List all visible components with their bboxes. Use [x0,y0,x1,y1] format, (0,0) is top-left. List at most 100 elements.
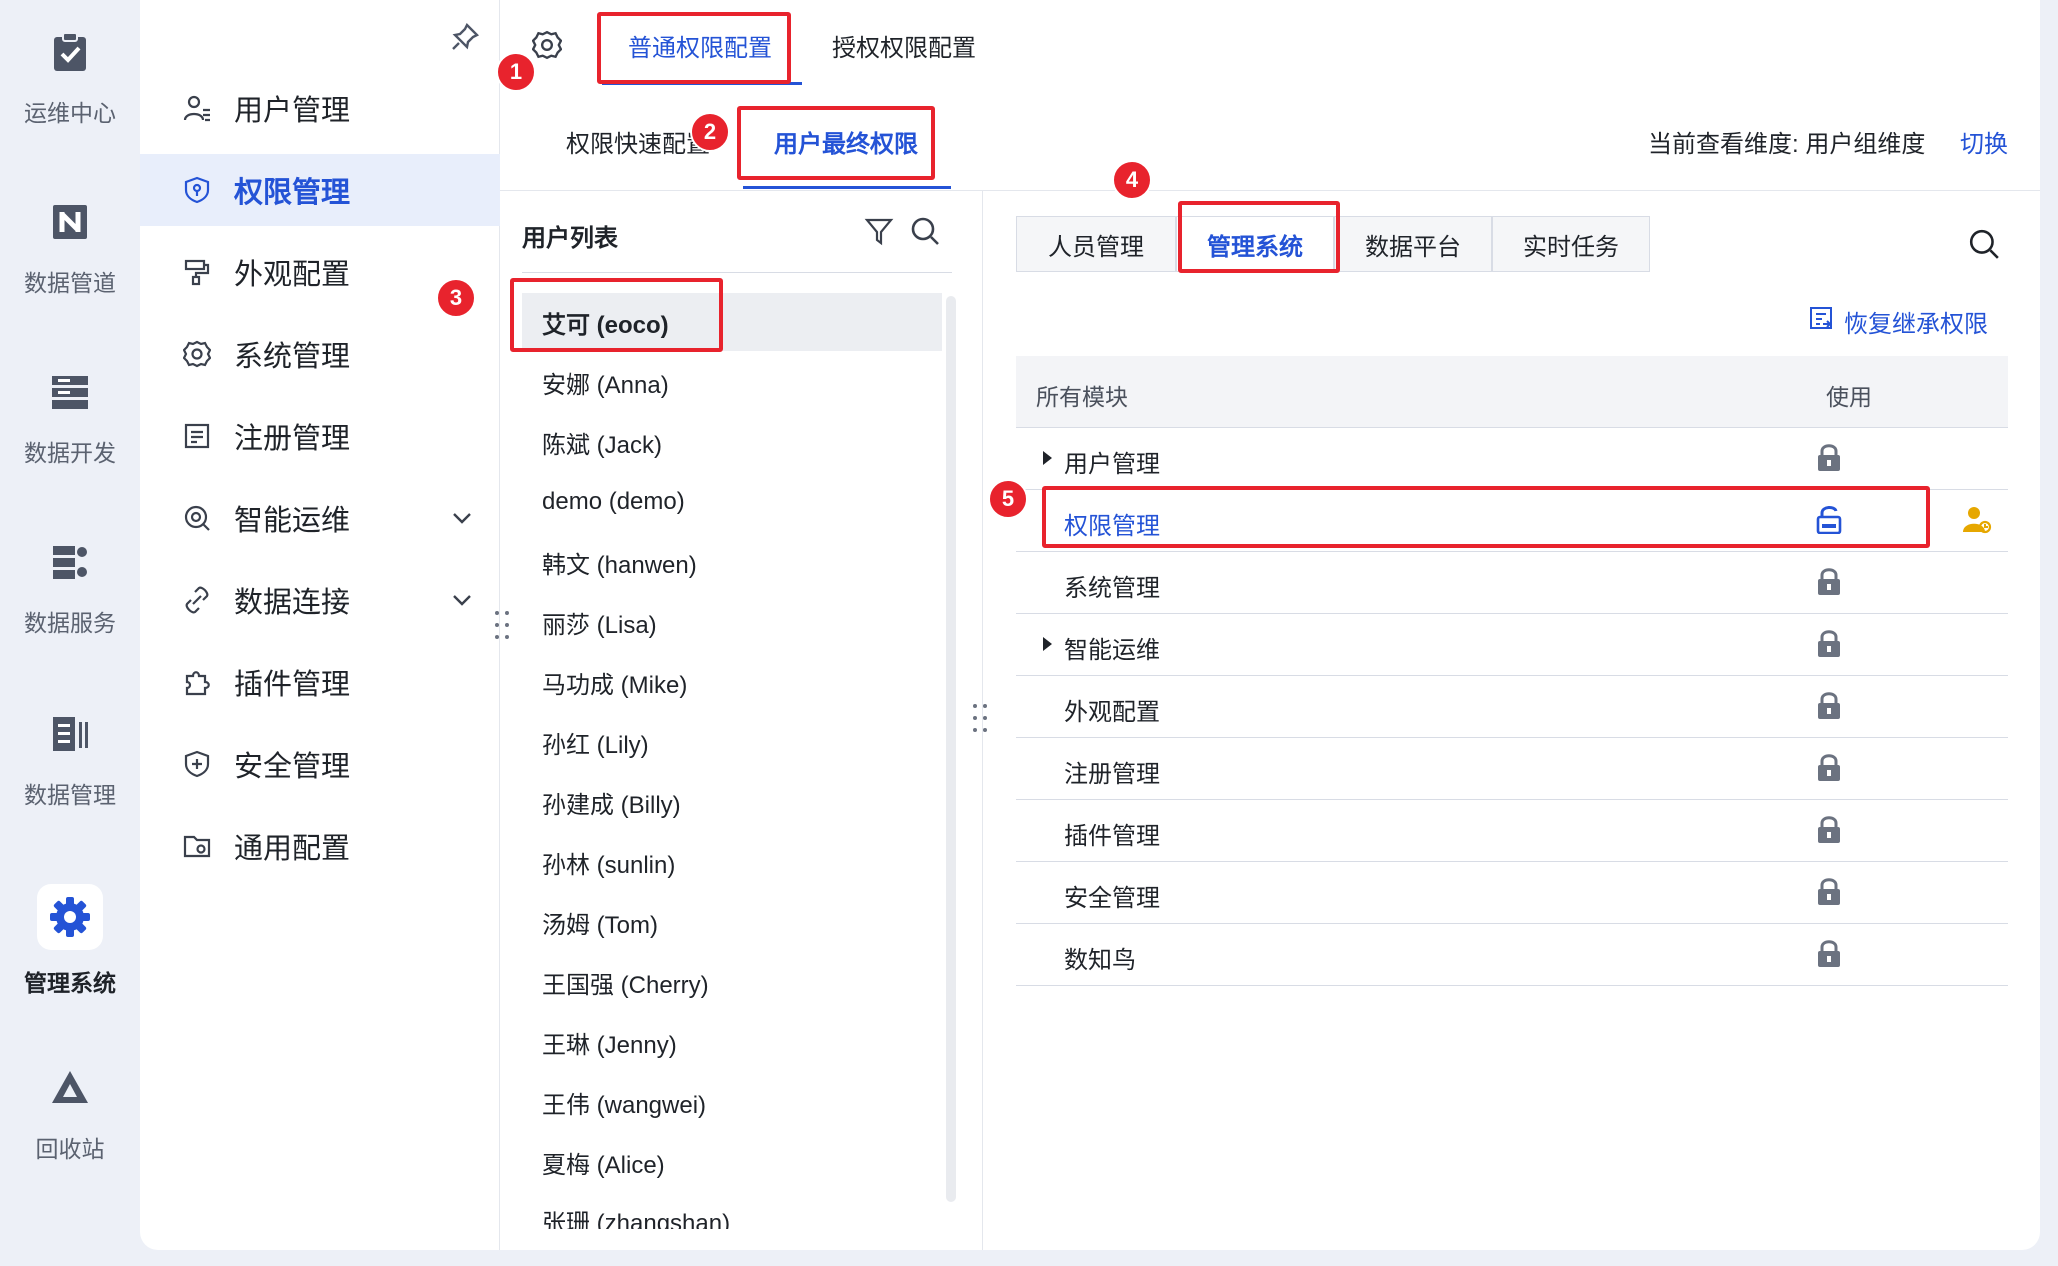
main-card: 用户管理 权限管理 外观配置 系统管理 注册管理 智能运维 数据连接 插件管理 … [140,0,2040,1250]
lock-icon[interactable] [1816,876,1842,911]
pin-icon[interactable] [450,22,480,57]
module-name: 安全管理 [1064,885,1160,912]
module-table-row[interactable]: 插件管理 [1016,800,2008,862]
inherit-user-icon[interactable] [1962,505,1992,540]
lock-icon[interactable] [1816,628,1842,663]
panel-divider [982,190,983,1250]
restore-inherit-button[interactable]: 恢复继承权限 [1808,304,1988,339]
user-list-item[interactable]: 汤姆 (Tom) [522,893,942,951]
module-table-row[interactable]: 用户管理 [1016,428,2008,490]
nav-item-register-manage[interactable]: 注册管理 [140,400,500,472]
rail-item-ops-center[interactable]: 运维中心 [0,30,140,128]
data-manage-icon [48,712,92,756]
rail-item-admin-system[interactable]: 管理系统 [0,884,140,998]
data-service-icon [48,540,92,584]
nav-item-plugin-manage[interactable]: 插件管理 [140,646,500,718]
module-name: 智能运维 [1064,637,1160,664]
module-name: 注册管理 [1064,761,1160,788]
nav-item-data-connect[interactable]: 数据连接 [140,564,500,636]
nav-label: 通用配置 [234,833,351,865]
nav-label: 智能运维 [234,505,351,537]
rail-item-data-dev[interactable]: 数据开发 [0,370,140,468]
user-list-item[interactable]: 韩文 (hanwen) [522,533,942,591]
nav-label: 插件管理 [234,669,351,701]
lock-icon[interactable] [1816,752,1842,787]
dimension-switch-link[interactable]: 切换 [1960,124,2008,159]
rail-item-data-manage[interactable]: 数据管理 [0,712,140,810]
gear-icon [37,884,103,950]
user-list-item[interactable]: 王伟 (wangwei) [522,1073,942,1131]
annotation-box-5 [1042,486,1930,548]
tab-quick-config[interactable]: 权限快速配置 [566,124,710,159]
lock-icon[interactable] [1816,442,1842,477]
tab-module-realtime-task[interactable]: 实时任务 [1492,216,1650,272]
module-table-row[interactable]: 外观配置 [1016,676,2008,738]
rail-label: 运维中心 [24,100,116,126]
folder-gear-icon [182,831,212,861]
lock-icon[interactable] [1816,566,1842,601]
module-table-row[interactable]: 安全管理 [1016,862,2008,924]
nav-item-permission-manage[interactable]: 权限管理 [140,154,500,226]
list-resize-handle[interactable] [972,703,988,733]
user-list-item[interactable]: 王国强 (Cherry) [522,953,942,1011]
search-icon[interactable] [910,216,940,251]
user-list-item[interactable]: 陈斌 (Jack) [522,413,942,471]
user-list-item[interactable]: demo (demo) [522,473,942,531]
user-list-item[interactable]: 张珊 (zhangshan) [522,1193,942,1229]
nav-item-security-manage[interactable]: 安全管理 [140,728,500,800]
tab-module-data-platform[interactable]: 数据平台 [1334,216,1492,272]
module-table-row[interactable]: 注册管理 [1016,738,2008,800]
caret-right-icon[interactable] [1040,450,1054,471]
settings-gear-icon[interactable] [531,30,563,65]
nav-item-user-manage[interactable]: 用户管理 [140,72,500,144]
user-list-item[interactable]: 夏梅 (Alice) [522,1133,942,1191]
lock-icon[interactable] [1816,690,1842,725]
restore-label: 恢复继承权限 [1844,311,1988,338]
rail-item-data-service[interactable]: 数据服务 [0,540,140,638]
annotation-badge-2: 2 [690,112,730,152]
annotation-box-1 [597,12,791,84]
nav-label: 注册管理 [234,423,351,455]
rail-item-data-pipeline[interactable]: 数据管道 [0,200,140,298]
nav-item-system-manage[interactable]: 系统管理 [140,318,500,390]
user-list-item[interactable]: 孙林 (sunlin) [522,833,942,891]
nav-item-general-config[interactable]: 通用配置 [140,810,500,882]
search-icon[interactable] [1968,228,2000,265]
rail-label: 数据管理 [24,782,116,808]
caret-right-icon[interactable] [1040,636,1054,657]
gear-icon [182,339,212,369]
user-list-item[interactable]: 安娜 (Anna) [522,353,942,411]
paint-roller-icon [182,257,212,287]
user-list-item[interactable]: 王琳 (Jenny) [522,1013,942,1071]
lock-icon[interactable] [1816,938,1842,973]
user-list-item[interactable]: 马功成 (Mike) [522,653,942,711]
sub-nav: 用户管理 权限管理 外观配置 系统管理 注册管理 智能运维 数据连接 插件管理 … [140,0,500,1250]
user-list-item[interactable]: 丽莎 (Lisa) [522,593,942,651]
nav-resize-handle[interactable] [494,610,510,640]
restore-icon [1808,305,1834,338]
list-header-divider [522,272,952,273]
tab-module-people[interactable]: 人员管理 [1016,216,1176,272]
tab-auth-permission[interactable]: 授权权限配置 [832,28,976,63]
filter-icon[interactable] [864,216,894,251]
module-name: 插件管理 [1064,823,1160,850]
annotation-badge-5: 5 [988,479,1028,519]
register-icon [182,421,212,451]
chevron-down-icon[interactable] [450,506,474,535]
lock-icon[interactable] [1816,814,1842,849]
annotation-box-2 [737,106,935,180]
module-table-row[interactable]: 系统管理 [1016,552,2008,614]
module-table-row[interactable]: 智能运维 [1016,614,2008,676]
rail-label: 回收站 [35,1136,105,1162]
smart-ops-icon [182,503,212,533]
chevron-down-icon[interactable] [450,588,474,617]
user-list-item[interactable]: 孙建成 (Billy) [522,773,942,831]
header-divider [500,190,2040,191]
shield-icon [182,175,212,205]
user-list-item[interactable]: 孙红 (Lily) [522,713,942,771]
module-table-row[interactable]: 数知鸟 [1016,924,2008,986]
rail-item-recycle-bin[interactable]: 回收站 [0,1066,140,1164]
user-list-scrollbar[interactable] [946,296,956,1202]
annotation-box-4 [1178,201,1340,273]
nav-item-smart-ops[interactable]: 智能运维 [140,482,500,554]
